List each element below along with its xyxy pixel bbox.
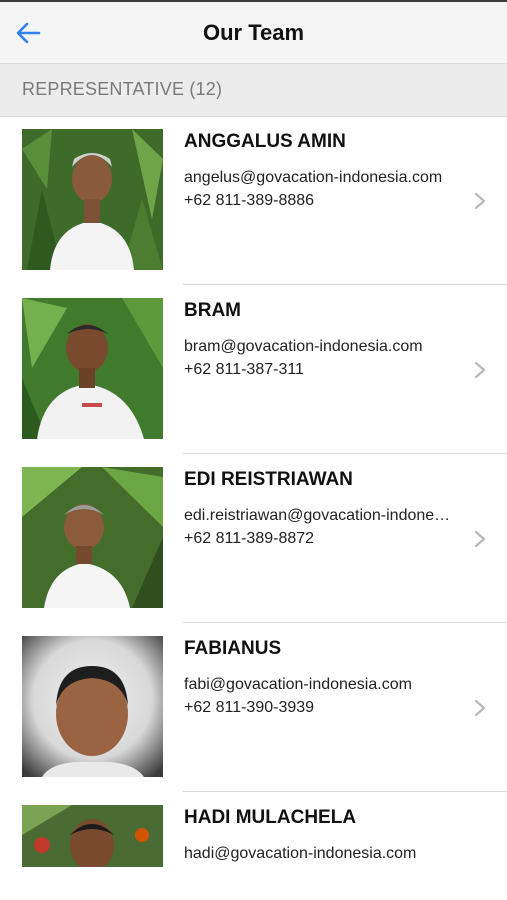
member-name: BRAM <box>184 300 241 321</box>
team-member-row[interactable]: BRAM bram@govacation-indonesia.com +62 8… <box>0 286 507 454</box>
team-member-row[interactable]: ANGGALUS AMIN angelus@govacation-indones… <box>0 117 507 285</box>
section-label: REPRESENTATIVE (12) <box>22 79 223 99</box>
member-photo <box>22 298 163 439</box>
team-member-row[interactable]: FABIANUS fabi@govacation-indonesia.com +… <box>0 624 507 792</box>
app-header: Our Team <box>0 2 507 64</box>
member-name: HADI MULACHELA <box>184 807 357 828</box>
row-divider <box>183 622 507 623</box>
member-photo <box>22 467 163 608</box>
chevron-right-icon <box>474 361 486 379</box>
member-phone: +62 811-390-3939 <box>184 699 315 716</box>
member-phone: +62 811-389-8872 <box>184 530 315 547</box>
chevron-right-icon <box>474 530 486 548</box>
chevron-right-icon <box>474 699 486 717</box>
member-name: ANGGALUS AMIN <box>184 131 346 152</box>
chevron-right-icon <box>474 192 486 210</box>
member-name: EDI REISTRIAWAN <box>184 469 353 490</box>
member-photo <box>22 636 163 777</box>
member-email: bram@govacation-indonesia.com <box>184 338 423 355</box>
member-photo <box>22 129 163 270</box>
member-email: fabi@govacation-indonesia.com <box>184 676 412 693</box>
member-name: FABIANUS <box>184 638 282 659</box>
page-title: Our Team <box>202 20 305 45</box>
team-member-row[interactable]: HADI MULACHELA hadi@govacation-indonesia… <box>0 793 507 900</box>
row-divider <box>183 284 507 285</box>
member-email: edi.reistriawan@govacation-indonesia.com <box>184 507 454 524</box>
team-member-row[interactable]: EDI REISTRIAWAN edi.reistriawan@govacati… <box>0 455 507 623</box>
row-divider <box>183 453 507 454</box>
section-header: REPRESENTATIVE (12) <box>0 64 507 117</box>
member-photo <box>22 805 163 867</box>
member-email: angelus@govacation-indonesia.com <box>184 169 443 186</box>
member-email: hadi@govacation-indonesia.com <box>184 845 417 862</box>
member-phone: +62 811-387-311 <box>184 361 304 378</box>
member-phone: +62 811-389-8886 <box>184 192 315 209</box>
row-divider <box>183 791 507 792</box>
